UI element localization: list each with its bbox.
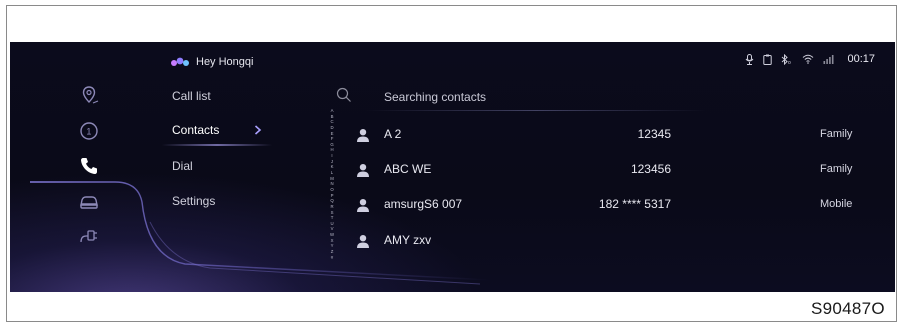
alphabet-letter[interactable]: F	[331, 136, 334, 141]
menu-item-dial[interactable]: Dial	[172, 159, 193, 173]
alphabet-letter[interactable]: X	[331, 238, 334, 243]
contact-type: Mobile	[820, 198, 853, 210]
menu-item-call-list[interactable]: Call list	[172, 89, 211, 103]
charging-icon[interactable]	[78, 224, 100, 246]
clipboard-icon	[763, 54, 773, 65]
top-bar: Hey Hongqi o 00:17	[10, 42, 895, 80]
alphabet-letter[interactable]: S	[331, 210, 334, 215]
alphabet-letter[interactable]: E	[331, 131, 334, 136]
contact-row[interactable]: AMY zxv	[356, 232, 856, 254]
contact-name: amsurgS6 007	[384, 197, 463, 211]
contact-search	[332, 85, 706, 113]
assistant-label: Hey Hongqi	[196, 56, 254, 68]
alphabet-letter[interactable]: Z	[331, 249, 334, 254]
alphabet-letter[interactable]: I	[331, 153, 332, 158]
contact-name: A 2	[384, 127, 402, 141]
media-icon[interactable]: 1	[78, 120, 100, 142]
contact-type: Family	[820, 128, 853, 140]
alphabet-letter[interactable]: L	[331, 170, 333, 175]
alphabet-letter[interactable]: J	[331, 159, 333, 164]
menu-item-contacts[interactable]: Contacts	[172, 123, 219, 137]
alphabet-letter[interactable]: B	[331, 114, 334, 119]
contact-name: ABC WE	[384, 162, 432, 176]
assistant-logo-icon	[171, 57, 189, 66]
contact-number: 12345	[637, 127, 671, 141]
navigation-icon[interactable]	[78, 84, 100, 106]
alphabet-letter[interactable]: #	[331, 255, 333, 260]
svg-text:1: 1	[86, 127, 91, 137]
alphabet-letter[interactable]: M	[330, 176, 334, 181]
microphone-icon	[746, 53, 754, 65]
voice-assistant[interactable]: Hey Hongqi	[170, 52, 253, 72]
person-icon	[357, 164, 369, 177]
phone-icon[interactable]	[78, 155, 100, 177]
alphabet-letter[interactable]: R	[330, 204, 333, 209]
alphabet-letter[interactable]: C	[330, 119, 333, 124]
person-icon	[357, 199, 369, 212]
menu-item-settings[interactable]: Settings	[172, 194, 215, 208]
contact-name: AMY zxv	[384, 233, 432, 247]
alphabet-letter[interactable]: U	[330, 221, 333, 226]
clock: 00:17	[847, 53, 875, 65]
alphabet-letter[interactable]: Y	[331, 243, 334, 248]
wifi-icon	[803, 54, 814, 64]
person-icon	[357, 129, 369, 142]
contact-type: Family	[820, 163, 853, 175]
alphabet-letter[interactable]: D	[330, 125, 333, 130]
alphabet-letter[interactable]: T	[331, 215, 334, 220]
figure-id: S90487O	[811, 299, 885, 318]
contact-row[interactable]: ABC WE 123456 Family	[356, 161, 856, 183]
contact-row[interactable]: amsurgS6 007 182 **** 5317 Mobile	[356, 196, 856, 218]
chevron-right-icon	[254, 125, 262, 135]
alphabet-letter[interactable]: A	[331, 108, 334, 113]
search-input[interactable]	[382, 87, 686, 107]
alphabet-letter[interactable]: W	[330, 232, 334, 237]
person-icon	[357, 235, 369, 248]
status-bar: o 00:17	[745, 53, 875, 65]
alphabet-letter[interactable]: P	[331, 193, 334, 198]
search-icon[interactable]	[336, 87, 352, 103]
bluetooth-icon: o	[782, 53, 791, 65]
alphabet-letter[interactable]: K	[331, 164, 334, 169]
svg-text:o: o	[788, 60, 791, 65]
alphabet-letter[interactable]: H	[330, 147, 333, 152]
contact-number: 182 **** 5317	[598, 197, 671, 211]
signal-icon	[823, 55, 834, 64]
search-underline	[366, 110, 706, 111]
alphabet-letter[interactable]: G	[330, 142, 333, 147]
alphabet-letter[interactable]: Q	[330, 198, 333, 203]
contact-number: 123456	[630, 162, 671, 176]
infotainment-screen: Hey Hongqi o 00:17 1 Call list Contacts …	[10, 42, 895, 292]
alphabet-letter[interactable]: N	[330, 181, 333, 186]
alphabet-letter[interactable]: V	[331, 226, 334, 231]
car-icon[interactable]	[78, 191, 100, 213]
alphabet-letter[interactable]: O	[330, 187, 333, 192]
contact-row[interactable]: A 2 12345 Family	[356, 126, 856, 148]
active-item-underline	[162, 144, 272, 146]
alphabet-index[interactable]: A B C D E F G H I J K L M N O P Q R S T U V W X Y Z #	[327, 108, 337, 260]
